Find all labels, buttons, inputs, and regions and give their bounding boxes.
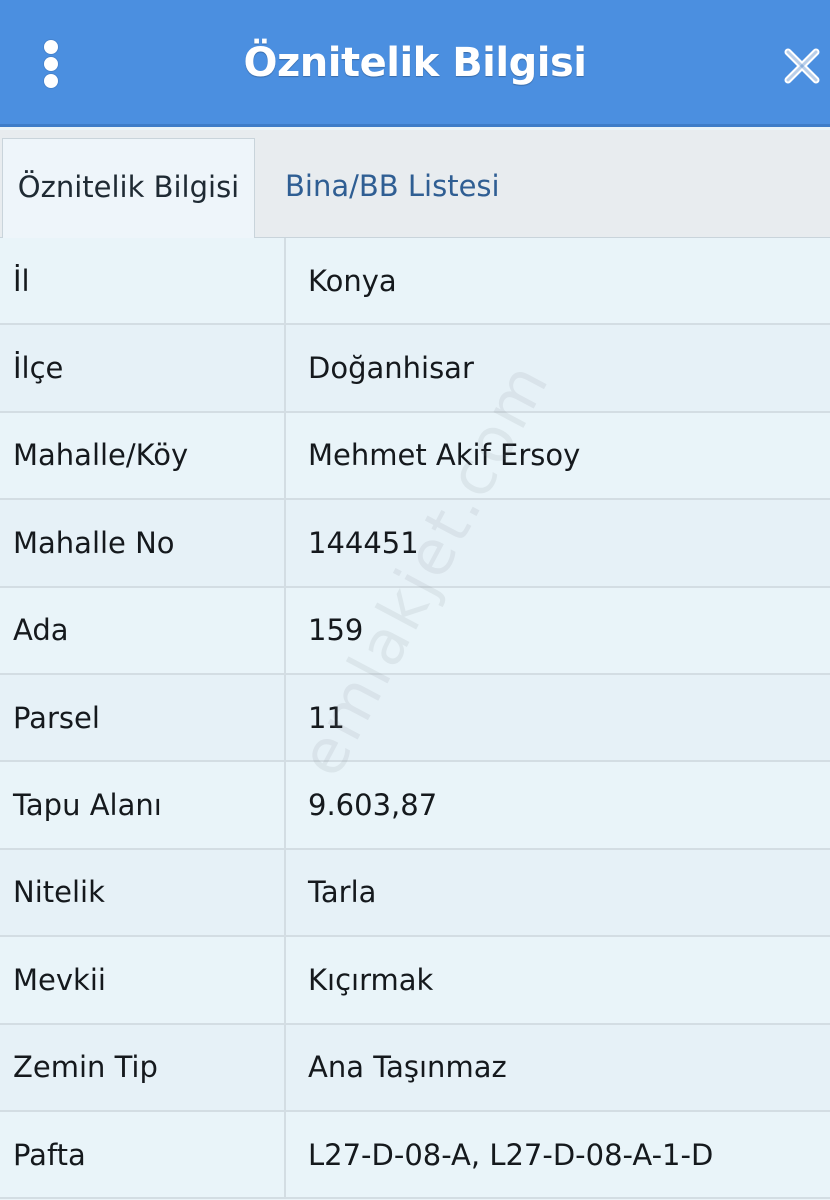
row-value: Mehmet Akif Ersoy [308,438,581,473]
page-title: Öznitelik Bilgisi [243,40,587,86]
attribute-table: İl Konya İlçe Doğanhisar Mahalle/Köy Meh… [0,238,830,1200]
table-row: Mevkii Kıçırmak [0,937,830,1025]
table-row: Zemin Tip Ana Taşınmaz [0,1024,830,1112]
attribute-info-panel: Öznitelik Bilgisi Öznitelik Bilgisi Bina… [0,0,830,1200]
row-value: L27-D-08-A, L27-D-08-A-1-D [308,1137,714,1172]
table-row: Parsel 11 [0,674,830,763]
tab-attribute-info[interactable]: Öznitelik Bilgisi [2,138,255,238]
table-row: İl Konya [0,238,830,326]
header-bar: Öznitelik Bilgisi [0,0,830,127]
row-value: Tarla [308,875,377,910]
row-value: 11 [308,700,345,735]
row-value: Doğanhisar [308,351,474,386]
row-value: Ana Taşınmaz [308,1050,507,1085]
table-row: Ada 159 [0,587,830,675]
row-label: Ada [0,587,286,673]
close-x-icon [784,48,820,84]
row-label: Nitelik [0,849,286,936]
table-row: Tapu Alanı 9.603,87 [0,762,830,850]
row-value: Kıçırmak [308,962,434,997]
row-value: 9.603,87 [308,788,438,823]
row-label: İlçe [0,325,286,411]
row-label: Mevkii [0,937,286,1023]
row-value: 159 [308,613,364,648]
row-label: Mahalle/Köy [0,412,286,499]
table-row: Mahalle No 144451 [0,500,830,588]
row-label: İl [0,238,286,324]
row-value: 144451 [308,525,419,560]
row-label: Tapu Alanı [0,762,286,848]
row-label: Zemin Tip [0,1024,286,1110]
tab-building-list[interactable]: Bina/BB Listesi [285,138,500,238]
row-label: Pafta [0,1111,286,1198]
table-row: Mahalle/Köy Mehmet Akif Ersoy [0,412,830,501]
row-label: Mahalle No [0,500,286,586]
table-row: Nitelik Tarla [0,849,830,938]
tab-bar: Öznitelik Bilgisi Bina/BB Listesi [0,130,830,238]
row-label: Parsel [0,674,286,761]
row-value: Konya [308,263,397,298]
close-button[interactable] [782,46,822,86]
table-row: Pafta L27-D-08-A, L27-D-08-A-1-D [0,1111,830,1200]
table-row: İlçe Doğanhisar [0,325,830,413]
